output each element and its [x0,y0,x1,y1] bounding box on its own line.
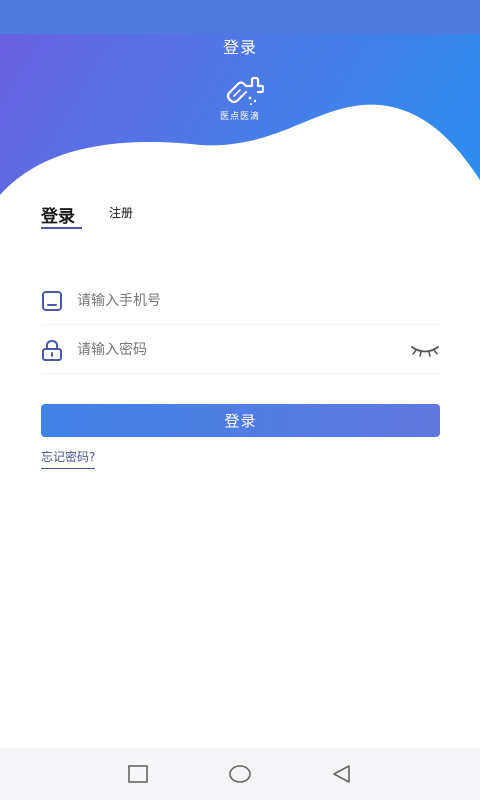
lock-icon [42,339,62,361]
phone-input[interactable] [77,290,397,312]
square-recent-icon[interactable] [126,764,150,784]
tablet-icon [42,291,62,311]
password-input[interactable] [77,339,397,361]
system-nav-bar [0,748,480,800]
forgot-password-link[interactable]: 忘记密码? [41,448,96,469]
circle-home-icon[interactable] [228,764,252,784]
page-title: 登录 [222,38,257,57]
tab-active-indicator [41,227,82,229]
triangle-back-icon[interactable] [330,764,354,784]
phone-field [41,278,440,325]
login-button[interactable]: 登录 [41,404,440,437]
tab-register[interactable]: 注册 [109,204,133,221]
password-field [41,327,440,374]
logo-text: 医点医滴 [219,112,260,122]
tab-login[interactable]: 登录 [41,202,75,227]
eye-closed-icon[interactable] [410,342,440,358]
app-logo-icon [226,76,264,105]
